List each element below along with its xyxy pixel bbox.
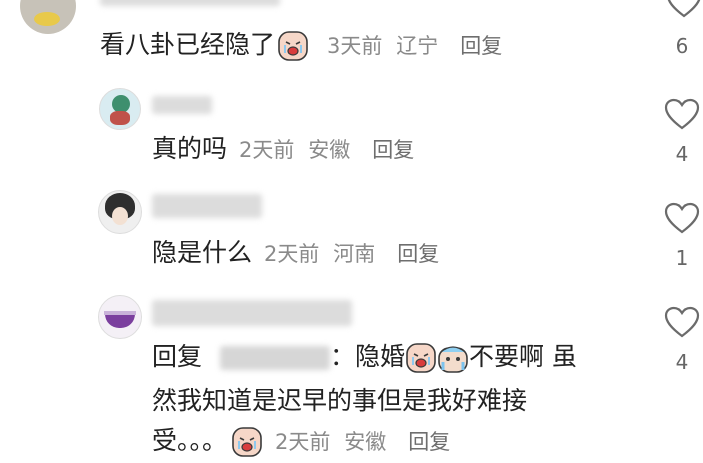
reply-2: 隐是什么 2天前 河南 回复 xyxy=(152,238,439,269)
comment-text: 隐婚 xyxy=(354,342,405,371)
sweating-face-emoji xyxy=(438,346,468,373)
comment-text: 看八卦已经隐了 xyxy=(100,30,276,59)
reply-button[interactable]: 回复 xyxy=(372,138,414,162)
username-blurred xyxy=(100,0,280,6)
crying-face-emoji xyxy=(406,343,436,373)
comment-1: 看八卦已经隐了 3天前 辽宁 回复 xyxy=(100,30,502,62)
like-count: 6 xyxy=(675,34,689,58)
mention-blurred xyxy=(219,346,330,370)
colon: ： xyxy=(329,342,355,371)
reply-prefix: 回复 xyxy=(152,342,203,371)
avatar[interactable] xyxy=(98,190,142,234)
crying-face-emoji xyxy=(232,427,262,457)
comment-time: 2天前 xyxy=(238,138,295,162)
reply-3-line-1: 回复 ：隐婚 不要啊 虽 xyxy=(152,342,577,374)
heart-outline-icon[interactable] xyxy=(664,202,700,234)
heart-outline-icon[interactable] xyxy=(666,0,702,18)
avatar[interactable] xyxy=(98,295,142,339)
comment-text: 隐是什么 xyxy=(152,238,253,267)
reply-button[interactable]: 回复 xyxy=(460,34,502,58)
reply-3-line-3: 受。。。 2天前 安徽 回复 xyxy=(152,426,450,458)
reply-button[interactable]: 回复 xyxy=(408,430,450,454)
comment-time: 2天前 xyxy=(263,242,320,266)
username-blurred xyxy=(152,194,262,218)
like-count: 4 xyxy=(675,350,689,374)
avatar[interactable] xyxy=(20,0,76,34)
username-blurred xyxy=(152,300,352,326)
reply-3-line-2: 然我知道是迟早的事但是我好难接 xyxy=(152,386,528,415)
comment-time: 2天前 xyxy=(274,430,331,454)
comment-location: 河南 xyxy=(333,242,376,266)
avatar[interactable] xyxy=(99,88,141,130)
heart-outline-icon[interactable] xyxy=(664,98,700,130)
comment-text: 受。。。 xyxy=(152,426,228,455)
comment-text: 真的吗 xyxy=(152,134,228,163)
comment-text: 不要啊 虽 xyxy=(469,342,577,371)
like-count: 1 xyxy=(675,246,689,270)
heart-outline-icon[interactable] xyxy=(664,306,700,338)
like-count: 4 xyxy=(675,142,689,166)
comment-location: 安徽 xyxy=(344,430,387,454)
comment-location: 辽宁 xyxy=(396,34,439,58)
reply-1: 真的吗 2天前 安徽 回复 xyxy=(152,134,414,165)
reply-button[interactable]: 回复 xyxy=(397,242,439,266)
username-blurred xyxy=(152,96,212,114)
comment-location: 安徽 xyxy=(308,138,351,162)
crying-face-emoji xyxy=(278,31,308,61)
comment-time: 3天前 xyxy=(326,34,383,58)
